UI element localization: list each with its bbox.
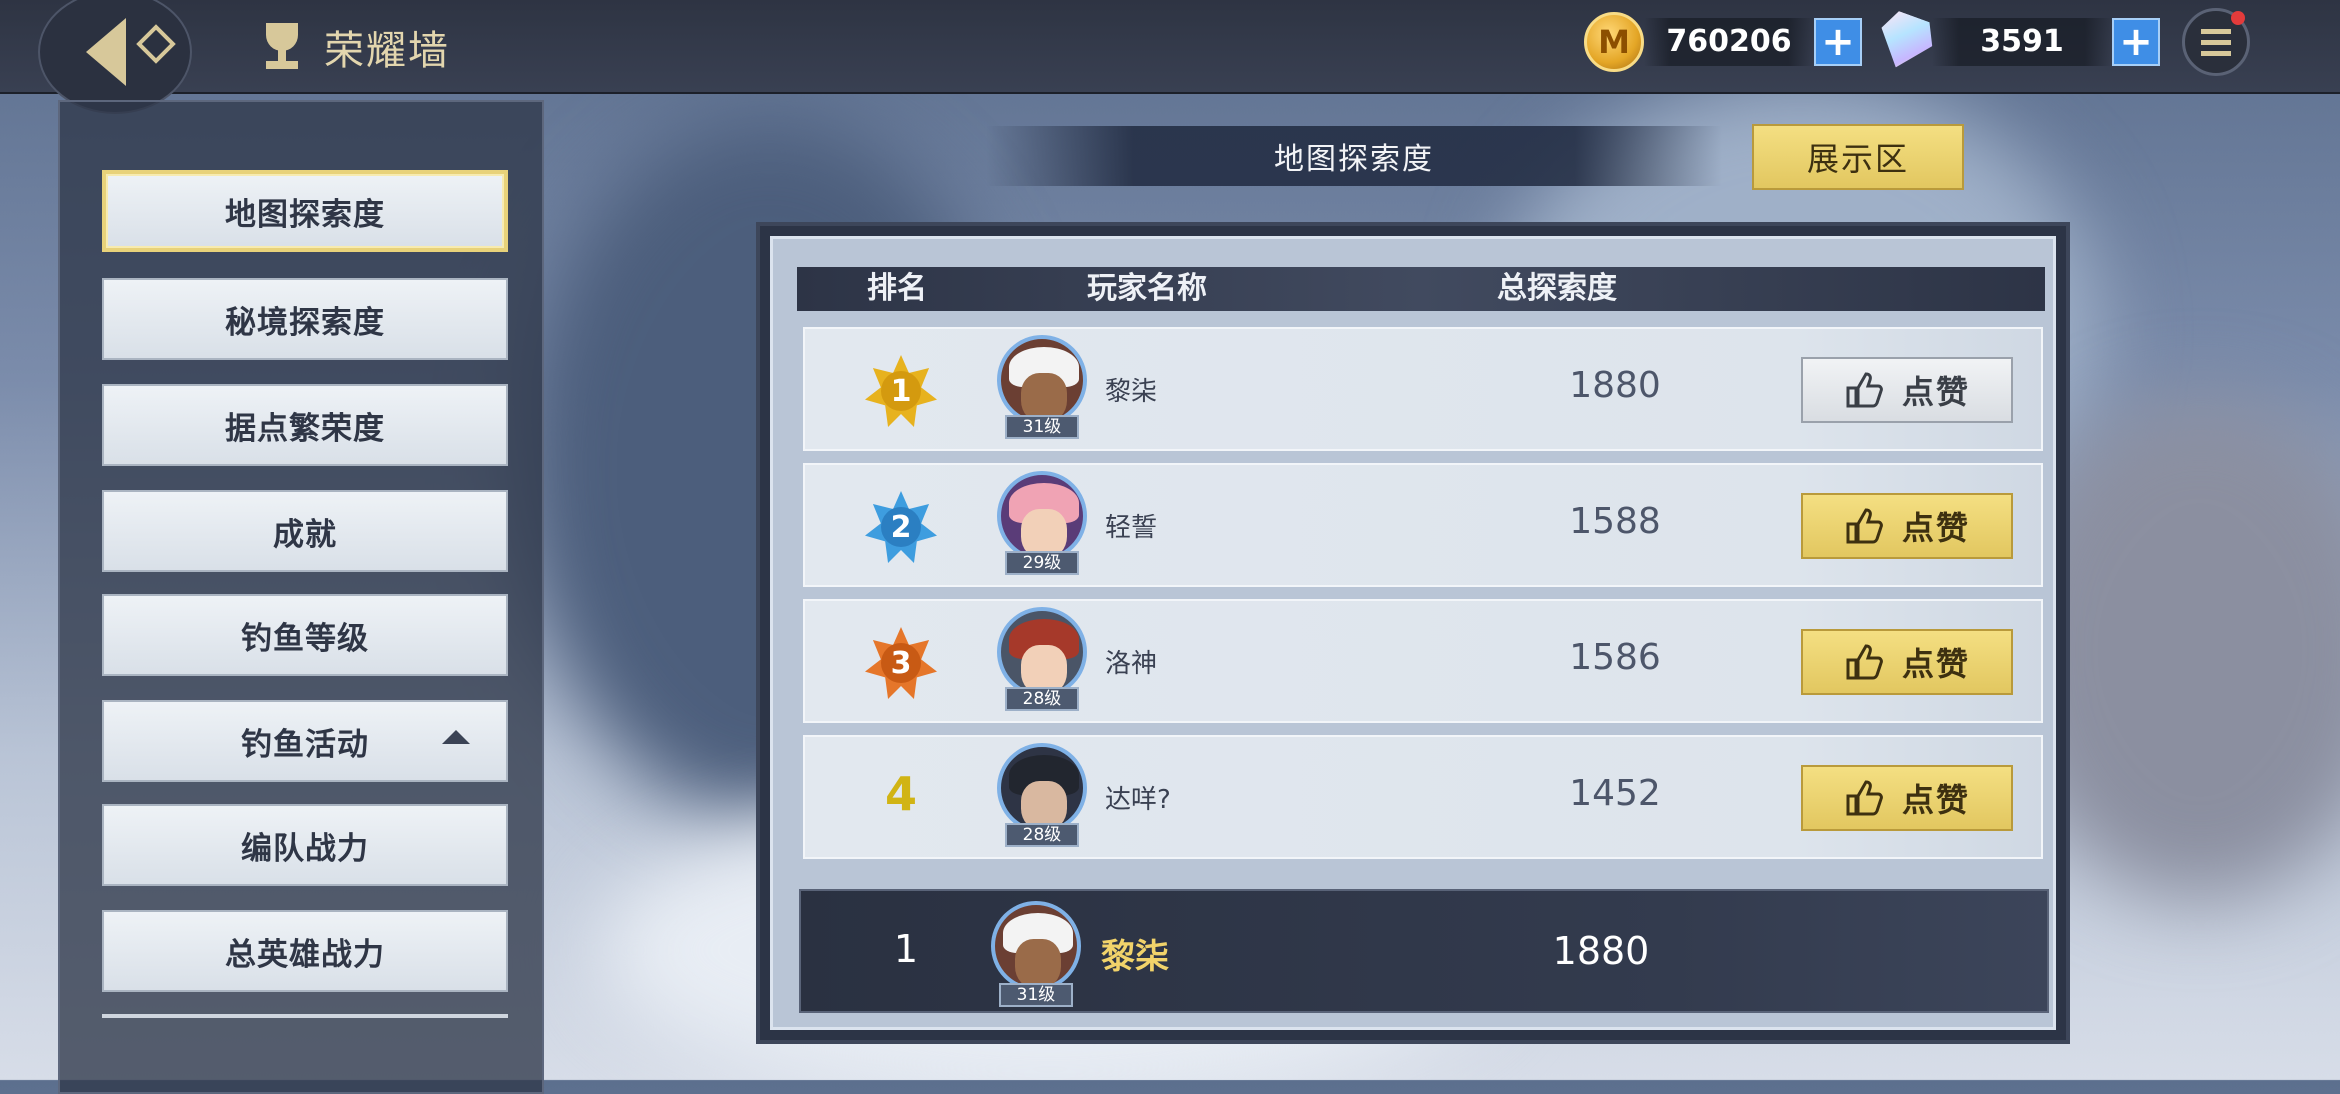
ranking-row: 4 28级 达咩? 1452 点赞 [803, 735, 2043, 859]
player-name: 黎柒 [1105, 377, 1158, 407]
back-arrow-icon [86, 18, 126, 86]
exploration-score: 1586 [1569, 637, 1661, 678]
board-title-bar: 地图探索度 [986, 126, 1722, 186]
add-gold-button[interactable]: + [1814, 18, 1862, 66]
category-team-power[interactable]: 编队战力 [102, 804, 508, 886]
player-name: 轻誓 [1105, 513, 1158, 543]
rank-2-badge-icon: 2 [865, 491, 937, 563]
showcase-button[interactable]: 展示区 [1752, 124, 1964, 190]
gold-currency: M 760206 + [1584, 12, 1862, 72]
category-label: 地图探索度 [225, 196, 385, 233]
thumbs-up-icon [1846, 372, 1883, 408]
rank-number: 3 [881, 643, 921, 683]
divider [102, 1014, 508, 1018]
like-label: 点赞 [1901, 373, 1970, 411]
showcase-label: 展示区 [1806, 140, 1909, 178]
avatar[interactable] [997, 743, 1087, 833]
menu-icon [2201, 28, 2231, 34]
category-label: 成就 [273, 516, 337, 553]
like-button[interactable]: 点赞 [1801, 493, 2013, 559]
gold-coin-icon: M [1584, 12, 1644, 72]
like-button[interactable]: 点赞 [1801, 765, 2013, 831]
self-exploration-score: 1880 [1552, 929, 1650, 973]
self-avatar[interactable] [991, 901, 1081, 991]
board-title: 地图探索度 [1274, 142, 1434, 177]
level-badge: 31级 [1005, 415, 1079, 439]
like-button[interactable]: 点赞 [1801, 357, 2013, 423]
player-name: 洛神 [1105, 649, 1158, 679]
avatar[interactable] [997, 335, 1087, 425]
avatar[interactable] [997, 471, 1087, 561]
diamond-icon [136, 24, 176, 64]
player-name: 达咩? [1105, 785, 1171, 815]
category-label: 钓鱼等级 [241, 620, 369, 657]
thumbs-up-icon [1846, 644, 1883, 680]
exploration-score: 1452 [1569, 773, 1661, 814]
level-badge: 28级 [1005, 823, 1079, 847]
like-label: 点赞 [1901, 781, 1970, 819]
ranking-board: 排名 玩家名称 总探索度 1 31级 黎柒 1880 点赞 2 29级 轻誓 1… [756, 222, 2070, 1044]
category-label: 钓鱼活动 [241, 726, 369, 763]
trophy-icon [258, 19, 306, 75]
rank-3-badge-icon: 3 [865, 627, 937, 699]
self-player-name: 黎柒 [1101, 937, 1169, 977]
column-header: 排名 玩家名称 总探索度 [797, 267, 2045, 311]
like-label: 点赞 [1901, 509, 1970, 547]
category-panel: 地图探索度 秘境探索度 据点繁荣度 成就 钓鱼等级 钓鱼活动 编队战力 总英雄战… [58, 100, 544, 1094]
score-column-header: 总探索度 [1497, 271, 1617, 306]
rank-1-badge-icon: 1 [865, 355, 937, 427]
thumbs-up-icon [1846, 780, 1883, 816]
gem-currency: 3591 + [1878, 12, 2160, 72]
category-achievement[interactable]: 成就 [102, 490, 508, 572]
ranking-row: 3 28级 洛神 1586 点赞 [803, 599, 2043, 723]
notification-dot [2231, 11, 2245, 25]
category-stronghold-prosperity[interactable]: 据点繁荣度 [102, 384, 508, 466]
category-label: 秘境探索度 [225, 304, 385, 341]
gem-icon [1870, 7, 1939, 76]
level-badge: 28级 [1005, 687, 1079, 711]
rank-number: 2 [881, 507, 921, 547]
expand-chevron-icon [442, 730, 470, 744]
category-label: 总英雄战力 [225, 936, 385, 973]
gold-value: 760206 [1644, 18, 1814, 66]
category-total-hero-power[interactable]: 总英雄战力 [102, 910, 508, 992]
like-label: 点赞 [1901, 645, 1970, 683]
ranking-row: 1 31级 黎柒 1880 点赞 [803, 327, 2043, 451]
self-ranking-row: 1 31级 黎柒 1880 [799, 889, 2049, 1013]
top-bar: 荣耀墙 M 760206 + 3591 + [0, 0, 2340, 114]
exploration-score: 1588 [1569, 501, 1661, 542]
gem-value: 3591 [1932, 18, 2112, 66]
rank-column-header: 排名 [867, 271, 927, 306]
rank-number: 4 [884, 767, 917, 821]
rank-number: 1 [881, 371, 921, 411]
menu-button[interactable] [2182, 8, 2250, 76]
self-level-badge: 31级 [999, 983, 1073, 1007]
category-fishing-level[interactable]: 钓鱼等级 [102, 594, 508, 676]
level-badge: 29级 [1005, 551, 1079, 575]
category-label: 编队战力 [241, 830, 369, 867]
category-label: 据点繁荣度 [225, 410, 385, 447]
title-area: 荣耀墙 [258, 18, 450, 76]
category-map-exploration[interactable]: 地图探索度 [102, 170, 508, 252]
category-secret-exploration[interactable]: 秘境探索度 [102, 278, 508, 360]
page-title: 荣耀墙 [324, 28, 450, 74]
like-button[interactable]: 点赞 [1801, 629, 2013, 695]
name-column-header: 玩家名称 [1087, 271, 1207, 306]
thumbs-up-icon [1846, 508, 1883, 544]
exploration-score: 1880 [1569, 365, 1661, 406]
avatar[interactable] [997, 607, 1087, 697]
self-rank: 1 [893, 927, 919, 971]
category-fishing-event[interactable]: 钓鱼活动 [102, 700, 508, 782]
add-gem-button[interactable]: + [2112, 18, 2160, 66]
ranking-board-inner: 排名 玩家名称 总探索度 1 31级 黎柒 1880 点赞 2 29级 轻誓 1… [770, 236, 2056, 1030]
ranking-row: 2 29级 轻誓 1588 点赞 [803, 463, 2043, 587]
